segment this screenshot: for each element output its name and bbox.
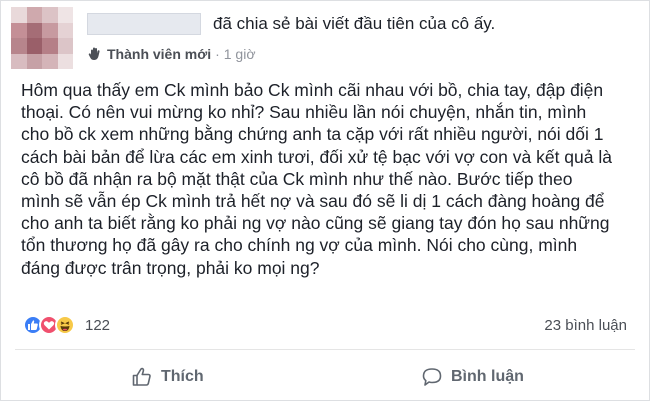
facebook-post-card: đã chia sẻ bài viết đầu tiên của cô ấy. … (0, 0, 650, 401)
meta-separator: · (215, 46, 220, 62)
comment-bubble-icon (422, 368, 442, 386)
like-label: Thích (161, 368, 204, 385)
post-body-line: cách bài bản để lừa các em xinh tươi, đố… (21, 146, 612, 167)
post-body-line: đáng được trân trọng, phải ko mọi ng? (21, 257, 320, 278)
shared-post-text: đã chia sẻ bài viết đầu tiên của cô ấy. (213, 14, 496, 33)
post-body-line: mình sẽ vẫn ép Ck mình trả hết nợ và sau… (21, 191, 605, 212)
haha-reaction-icon (55, 315, 75, 335)
post-body: Hôm qua thấy em Ck mình bảo Ck mình cãi … (21, 79, 641, 279)
post-body-line: cho anh ta biết rằng ko phải ng vợ nào c… (21, 213, 610, 234)
author-name-redacted[interactable] (87, 13, 201, 35)
avatar[interactable] (11, 7, 73, 69)
comment-button[interactable]: Bình luận (421, 361, 524, 393)
post-meta: Thành viên mới · 1 giờ (87, 45, 256, 63)
comment-label: Bình luận (451, 368, 524, 385)
post-timestamp[interactable]: 1 giờ (224, 46, 256, 62)
footer-divider (15, 349, 635, 350)
thumbs-up-icon (132, 367, 151, 386)
post-body-line: cô bồ đã nhận ra bộ mặt thật của Ck mình… (21, 168, 573, 189)
post-body-line: Hôm qua thấy em Ck mình bảo Ck mình cãi … (21, 80, 604, 100)
member-hand-icon (87, 46, 103, 62)
author-role-badge: Thành viên mới (107, 46, 212, 62)
post-body-line: thoại. Có nên vui mừng ko nhỉ? Sau nhiều… (21, 102, 587, 123)
reactions-summary[interactable]: 122 (23, 315, 110, 335)
comment-count-link[interactable]: 23 bình luận (544, 317, 627, 334)
like-button[interactable]: Thích (131, 361, 204, 393)
reaction-count[interactable]: 122 (85, 317, 110, 334)
post-body-line: cho bồ ck xem những bằng chứng anh ta cặ… (21, 124, 604, 145)
post-body-line: tổn thương họ đã gây ra cho chính ng vợ … (21, 235, 578, 256)
